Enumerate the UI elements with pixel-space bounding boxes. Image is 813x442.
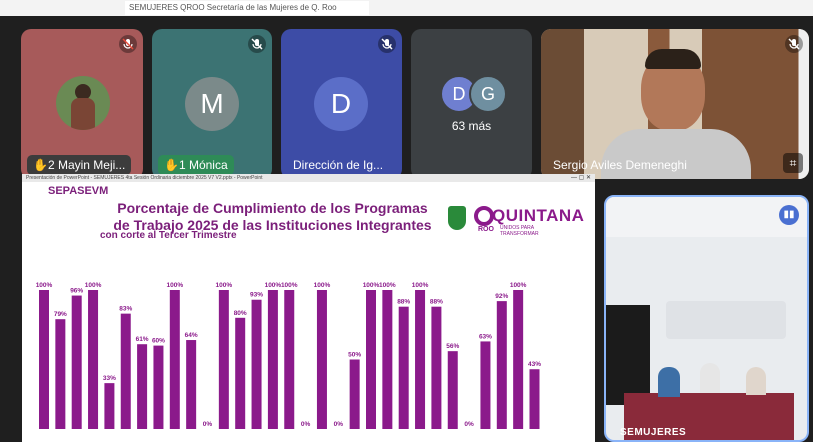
bar [496, 301, 507, 429]
bar-value-label: 80% [234, 310, 247, 317]
room-name-label: SEMUJERES [620, 427, 687, 438]
bar [447, 351, 458, 429]
speaking-indicator-icon: ▮▮ [779, 205, 799, 225]
speaker-hair [645, 49, 701, 69]
person-2 [700, 363, 720, 393]
bar [316, 290, 327, 429]
bar [153, 345, 164, 429]
bar-value-label: 83% [119, 306, 132, 313]
bar-value-label: 100% [379, 282, 396, 289]
bar [513, 290, 524, 429]
bar [39, 290, 49, 429]
bar [480, 341, 491, 429]
bar [349, 359, 360, 429]
bar-value-label: 100% [314, 282, 331, 289]
bar [218, 290, 229, 429]
bar [382, 290, 393, 429]
bar [137, 344, 148, 429]
bar [88, 290, 99, 429]
bar-value-label: 100% [265, 282, 282, 289]
pin-icon[interactable]: ⌗ [783, 153, 803, 173]
bar [169, 290, 180, 429]
bar [71, 295, 82, 429]
bar [235, 317, 246, 429]
bar [284, 290, 295, 429]
bar-value-label: 92% [495, 293, 508, 300]
bar-value-label: 93% [250, 292, 263, 299]
bar-value-label: 96% [70, 288, 83, 295]
bar [366, 290, 376, 429]
bar-value-label: 61% [136, 336, 149, 343]
mic-off-icon [785, 35, 803, 53]
bar-value-label: 56% [446, 343, 459, 350]
bar-value-label: 88% [430, 299, 443, 306]
bar-value-label: 63% [479, 333, 492, 340]
bar-value-label: 33% [103, 375, 116, 382]
bar-value-label: 100% [363, 282, 380, 289]
bar-value-label: 100% [216, 282, 233, 289]
bar-value-label: 100% [166, 282, 183, 289]
bar [251, 299, 262, 429]
window-controls[interactable]: — ▢ ✕ [571, 174, 591, 182]
bar [55, 319, 66, 429]
bar [186, 340, 197, 429]
bar-value-label: 50% [348, 352, 361, 359]
bar-value-label: 100% [36, 282, 53, 289]
bar-value-label: 64% [185, 332, 198, 339]
bar [415, 290, 426, 429]
bar [104, 383, 115, 429]
bar [398, 306, 409, 429]
bar-value-label: 0% [203, 421, 213, 428]
bar-value-label: 100% [85, 282, 102, 289]
bar-value-label: 0% [334, 421, 344, 428]
bar [529, 369, 540, 429]
bar-value-label: 100% [281, 282, 298, 289]
bar-value-label: 100% [412, 282, 429, 289]
bar [120, 313, 131, 429]
person-3 [746, 367, 766, 395]
bar-value-label: 0% [464, 421, 474, 428]
bar-value-label: 100% [510, 282, 527, 289]
compliance-bar-chart: 100%79%96%100%33%83%61% 60%100%64%0%100%8… [36, 282, 541, 429]
bar-value-label: 79% [54, 311, 67, 318]
bar-value-label: 88% [397, 299, 410, 306]
room-video-tile[interactable]: ▮▮ SEMUJERES [604, 195, 809, 442]
bar-value-label: 43% [528, 361, 541, 368]
bar-value-label: 0% [301, 421, 311, 428]
person-1 [658, 367, 680, 397]
bar [431, 306, 442, 429]
bar [267, 290, 278, 429]
participant-tile-sergio[interactable]: Sergio Aviles Demeneghi ⌗ [541, 29, 809, 179]
room-wall-sign [666, 301, 786, 339]
room-door [606, 305, 650, 405]
bar-value-label: 60% [152, 338, 165, 345]
